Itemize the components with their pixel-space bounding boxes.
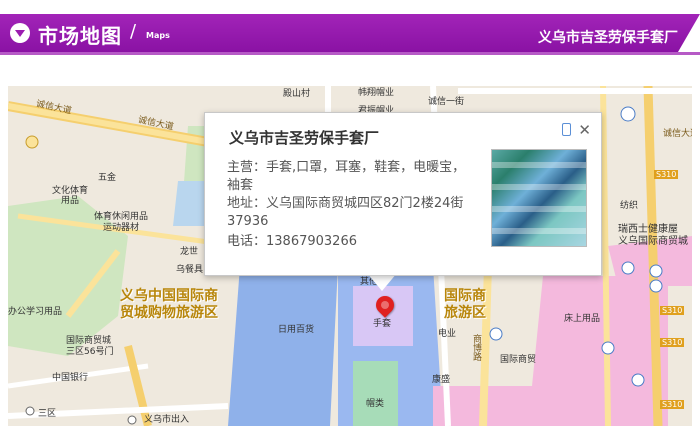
highway-badge: S310 — [660, 306, 685, 315]
place-label-fulei: 帽类 — [366, 399, 385, 409]
place-label-guoji: 国际商贸城 三区56号门 — [66, 336, 114, 357]
place-label-long: 龙世 — [180, 247, 199, 257]
place-label-wenhua: 文化体育 用品 — [52, 186, 89, 206]
place-label-zhongguo-bank: 中国银行 — [52, 373, 89, 383]
place-label-junxiang: 帏翔帽业 — [358, 88, 395, 98]
popup-address: 地址：义乌国际商贸城四区82门2楼24街 37936 — [227, 196, 464, 229]
popup-business: 主营：手套,口罩，耳塞，鞋套，电暖宝， 袖套 — [227, 160, 466, 193]
header-underline — [0, 52, 700, 55]
road-label-chengxin-yijie: 诚信一街 — [428, 97, 465, 107]
place-label-chuxin: 义乌市出入 — [144, 415, 190, 425]
place-label-riyong: 日用百货 — [278, 325, 315, 335]
close-icon[interactable]: ✕ — [578, 121, 591, 139]
section-subtitle: Maps — [146, 31, 170, 40]
place-label-bangong: 办公学习用品 — [8, 307, 63, 317]
company-name[interactable]: 义乌市吉圣劳保手套厂 — [538, 27, 678, 47]
highway-badge: S310 — [660, 400, 685, 409]
place-label-jie: 手套 — [373, 319, 392, 329]
triangle-down-icon — [10, 23, 30, 43]
place-label-wucan: 乌餐具 — [176, 265, 204, 275]
store-photo[interactable] — [491, 149, 587, 247]
place-label-dian: 电业 — [438, 329, 457, 339]
place-label-dianshancun: 殿山村 — [283, 89, 311, 99]
popup-phone-number: 电话：13867903266 — [227, 234, 357, 249]
place-label-chuangshang: 床上用品 — [564, 314, 601, 324]
place-label-fangzhi: 纺织 — [620, 201, 639, 211]
place-label-sanqu: 三区 — [38, 409, 57, 419]
highway-badge: S310 — [654, 170, 679, 179]
place-label-tiyu: 体育休闲用品 运动器材 — [94, 212, 149, 233]
section-title: 市场地图 — [38, 24, 122, 48]
area-label-trade-city: 义乌中国国际商 贸城购物旅游区 — [120, 288, 218, 321]
mobile-phone-icon[interactable] — [562, 123, 571, 136]
highway-badge: S310 — [660, 338, 685, 347]
place-label-ruixi: 瑞西士健康屋 义乌国际商贸城 — [618, 224, 688, 247]
header-corner-notch — [678, 14, 700, 52]
road-label-chengxin-right: 诚信大道 — [663, 129, 692, 139]
place-label-wujin: 五金 — [98, 173, 117, 183]
road-label-shangbo: 商博路 — [471, 334, 481, 361]
title-slash: / — [130, 21, 137, 42]
place-label-kangsheng: 康盛 — [432, 375, 451, 385]
popup-title: 义乌市吉圣劳保手套厂 — [229, 129, 380, 147]
info-window: 义乌市吉圣劳保手套厂 ✕ 主营：手套,口罩，耳塞，鞋套，电暖宝， 袖套 地址：义… — [204, 112, 602, 276]
area-label-trade-city-right: 国际商 旅游区 — [444, 288, 486, 321]
place-label-guoji-right: 国际商贸 — [500, 355, 537, 365]
